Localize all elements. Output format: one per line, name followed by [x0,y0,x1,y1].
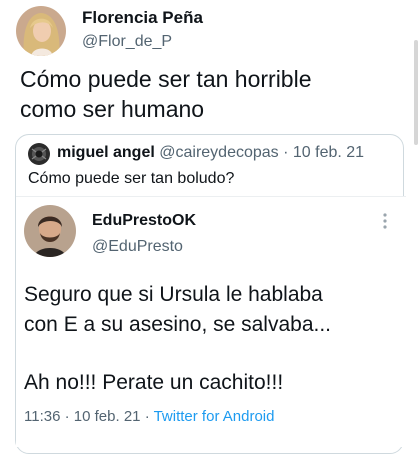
embedded-text-line: Seguro que si Ursula le hablaba [24,283,323,306]
author-avatar[interactable] [16,6,66,56]
quoted-author-name[interactable]: miguel angel [57,144,155,161]
embedded-text-line: con E a su asesino, se salvaba... [24,313,332,336]
separator-dot: · [283,144,289,161]
embedded-tweet-time: 11:36 [24,408,61,425]
quoted-tweet-header: miguel angel @caireydecopas · 10 feb. 21 [57,144,364,162]
author-name[interactable]: Florencia Peña [82,8,203,28]
quoted-tweet-text: Cómo puede ser tan boludo? [28,170,235,187]
quoted-author-handle[interactable]: @caireydecopas [159,144,278,161]
author-handle[interactable]: @Flor_de_P [82,33,172,51]
embedded-tweet-date: 10 feb. 21 [73,408,141,425]
embedded-author-avatar [24,205,76,257]
scrollbar[interactable] [414,40,418,145]
quoted-tweet-date[interactable]: 10 feb. 21 [293,144,364,161]
separator-dot: · [64,408,70,425]
profile-photo-icon [16,6,66,56]
quoted-author-avatar[interactable] [28,143,50,165]
embedded-tweet-text: Seguro que si Ursula le hablaba con E a … [24,280,399,340]
embedded-author-name: EduPrestoOK [92,212,197,229]
profile-photo-icon [28,143,50,165]
embedded-tweet-source: Twitter for Android [153,408,275,425]
tweet-text-line: como ser humano [20,96,205,122]
embedded-text-line: Ah no!!! Perate un cachito!!! [24,371,284,394]
embedded-tweet-meta: 11:36 · 10 feb. 21 · Twitter for Android [24,408,274,425]
tweet-text: Cómo puede ser tan horrible como ser hum… [20,64,405,124]
separator-dot: · [144,408,150,425]
more-vertical-icon [380,211,390,231]
profile-photo-icon [24,205,76,257]
embedded-author-handle: @EduPresto [92,238,183,255]
tweet-text-line: Cómo puede ser tan horrible [20,66,312,92]
